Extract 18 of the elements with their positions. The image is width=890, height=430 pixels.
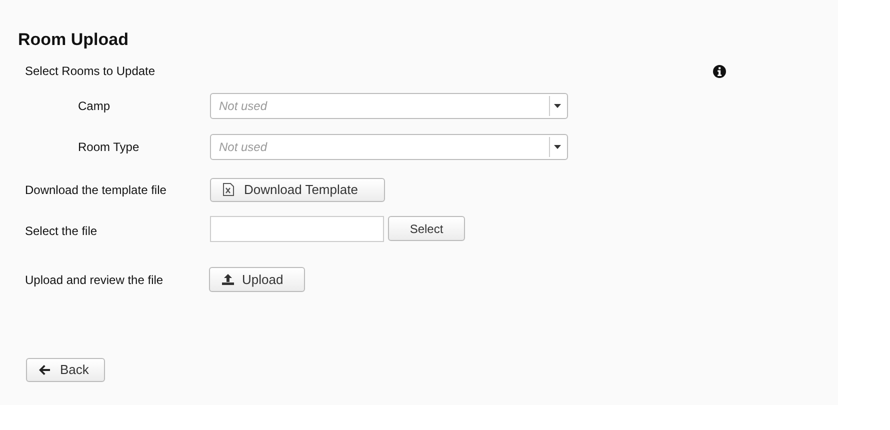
upload-button[interactable]: Upload — [209, 267, 305, 292]
back-button[interactable]: Back — [26, 358, 105, 382]
caret-icon — [554, 145, 561, 149]
row-label: Upload and review the file — [25, 272, 164, 288]
row-label: Download the template file — [25, 182, 168, 198]
back-arrow-icon — [39, 365, 50, 375]
row-label: Select the file — [25, 222, 98, 240]
filter-label: Camp — [78, 98, 112, 115]
filter-label: Room Type — [78, 139, 140, 156]
upload-icon — [222, 274, 234, 285]
info-icon[interactable] — [713, 64, 726, 78]
file-field[interactable] — [210, 216, 384, 242]
spreadsheet-icon — [223, 183, 234, 196]
caret-icon — [554, 104, 561, 108]
download-template-button[interactable]: Download Template — [210, 178, 385, 202]
select-button[interactable]: Select — [388, 216, 465, 241]
section-label: Select Rooms to Update — [25, 63, 156, 79]
page-title: Room Upload — [18, 30, 128, 50]
